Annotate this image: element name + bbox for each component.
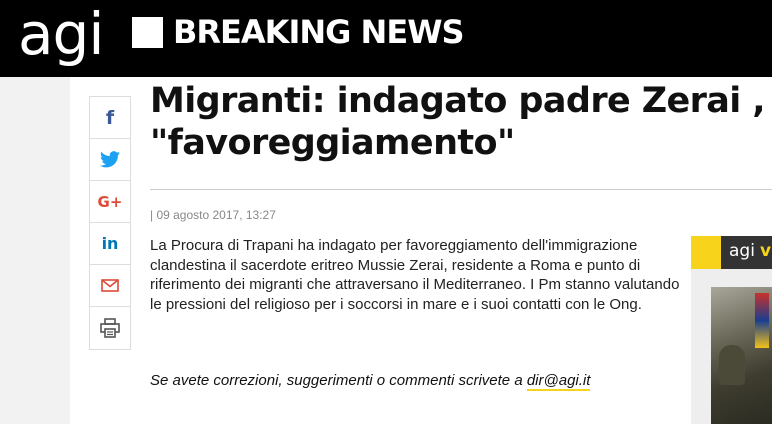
- sidebar-accent: [691, 236, 721, 269]
- breaking-square-icon: [132, 17, 163, 48]
- googleplus-icon: G+: [97, 192, 123, 211]
- headline-line-2: "favoreggiamento": [150, 123, 515, 163]
- twitter-icon: [100, 151, 120, 168]
- facebook-icon: f: [105, 106, 115, 129]
- article-headline: Migranti: indagato padre Zerai , "favore…: [150, 80, 772, 164]
- headline-divider: [150, 189, 772, 190]
- corrections-note: Se avete correzioni, suggerimenti o comm…: [150, 372, 591, 391]
- sidebar-video-widget[interactable]: agi vi: [691, 236, 772, 424]
- flag-image: [755, 293, 769, 348]
- sidebar-brand-suffix: vi: [760, 241, 772, 261]
- facebook-share-button[interactable]: f: [90, 97, 130, 139]
- article-body: La Procura di Trapani ha indagato per fa…: [150, 237, 680, 313]
- corrections-note-text: Se avete correzioni, suggerimenti o comm…: [150, 372, 527, 389]
- linkedin-icon: in: [101, 234, 119, 253]
- article-date: | 09 agosto 2017, 13:27: [150, 208, 276, 222]
- soldier-figure-image: [719, 345, 745, 385]
- share-bar: f G+ in: [89, 96, 131, 350]
- corrections-email-link[interactable]: dir@agi.it: [526, 372, 591, 391]
- sidebar-widget-header: agi vi: [691, 236, 772, 269]
- email-icon: [101, 279, 119, 292]
- googleplus-share-button[interactable]: G+: [90, 181, 130, 223]
- breaking-news-label: BREAKING NEWS: [173, 13, 465, 51]
- twitter-share-button[interactable]: [90, 139, 130, 181]
- agi-logo[interactable]: agi: [18, 0, 104, 70]
- email-share-button[interactable]: [90, 265, 130, 307]
- print-button[interactable]: [90, 307, 130, 349]
- linkedin-share-button[interactable]: in: [90, 223, 130, 265]
- sidebar-brand: agi: [729, 241, 755, 261]
- top-bar: agi BREAKING NEWS: [0, 0, 772, 77]
- print-icon: [100, 318, 120, 338]
- sidebar-video-thumbnail[interactable]: [711, 287, 772, 424]
- headline-line-1: Migranti: indagato padre Zerai ,: [150, 81, 766, 121]
